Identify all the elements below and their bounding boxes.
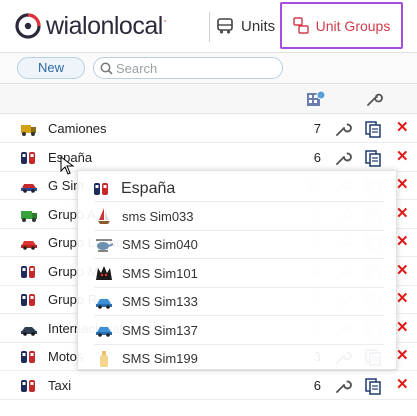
app-header: wialonlocal ˳ Units Unit Groups [0,0,417,52]
blue-car-icon [94,321,114,339]
popup-title: España [93,176,175,202]
popup-unit-item[interactable]: SMS Sim040 [94,229,384,259]
units-count[interactable]: 6 [314,150,321,165]
nav-units-label: Units [241,17,276,35]
delete-icon[interactable]: ✕ [396,289,409,307]
delete-icon[interactable]: ✕ [396,318,409,336]
logo[interactable]: wialonlocal ˳ [14,10,167,42]
delete-icon[interactable]: ✕ [396,118,409,136]
nav-units-tab[interactable]: Units [216,8,275,44]
table-row[interactable]: Camiones 7 ✕ [0,115,417,143]
unit-group-icon [94,183,108,195]
header-divider [209,12,210,42]
popup-unit-item[interactable]: sms Sim033 [94,201,384,230]
delete-icon[interactable]: ✕ [396,261,409,279]
popup-unit-item[interactable]: SMS Sim199 [94,343,384,373]
truck-icon [20,121,38,137]
bottle-icon [94,350,114,368]
delete-icon[interactable]: ✕ [396,204,409,222]
unit-group-icon [20,150,38,166]
popup-unit-item[interactable]: SMS Sim101 [94,258,384,287]
search-icon [100,62,113,75]
popup-unit-name: SMS Sim040 [122,237,198,252]
group-name[interactable]: Camiones [48,121,107,136]
green-truck-icon [20,207,38,223]
popup-unit-item[interactable]: SMS Sim137 [94,315,384,344]
unit-group-icon [20,378,38,394]
boat-icon [94,207,114,225]
popup-unit-name: SMS Sim133 [122,294,198,309]
units-bus-icon [217,18,233,34]
mouse-cursor-icon [60,156,75,175]
unit-groups-icon [292,16,309,34]
delete-icon[interactable]: ✕ [396,346,409,364]
delete-icon[interactable]: ✕ [396,375,409,393]
navy-car-icon [20,321,38,337]
popup-unit-name: SMS Sim137 [122,322,198,338]
unit-group-icon [20,264,38,280]
units-count-icon[interactable] [306,90,326,108]
wialon-logo-icon [15,13,41,39]
table-header [0,84,417,114]
wrench-icon[interactable] [334,377,352,400]
unit-group-icon [20,292,38,308]
table-row[interactable]: Taxi 6 ✕ [0,372,417,400]
popup-unit-name: SMS Sim101 [122,265,198,281]
popup-unit-item[interactable]: SMS Sim133 [94,286,384,316]
helicopter-icon [94,236,114,254]
logo-mark-sup: ˳ [163,12,167,22]
delete-icon[interactable]: ✕ [396,147,409,165]
units-count[interactable]: 7 [314,121,321,136]
search-input[interactable] [116,59,276,77]
delete-icon[interactable]: ✕ [396,175,409,193]
group-name[interactable]: Taxi [48,378,71,393]
search-box[interactable] [93,57,283,79]
popup-unit-name: SMS Sim199 [122,351,198,366]
red-car-icon [20,235,38,251]
toolbar: New [0,52,417,84]
group-units-popup: España sms Sim033 SMS Sim040 SMS Sim101 SMS… [77,170,397,370]
wrench-icon[interactable] [334,120,352,143]
units-count[interactable]: 6 [314,378,321,393]
car-icon [20,178,38,194]
popup-unit-name: sms Sim033 [122,208,194,224]
nav-unit-groups-label: Unit Groups [315,17,391,34]
new-button[interactable]: New [17,57,85,79]
unit-group-icon [20,349,38,365]
properties-icon[interactable] [364,149,382,172]
logo-text: wialonlocal [46,11,163,40]
nav-unit-groups-tab[interactable]: Unit Groups [280,2,403,49]
delete-icon[interactable]: ✕ [396,232,409,250]
properties-icon[interactable] [364,377,382,400]
blue-car-icon [94,293,114,311]
popup-title-text: España [121,180,176,197]
monster-icon [94,264,114,282]
wrench-icon[interactable] [334,149,352,172]
properties-icon[interactable] [364,120,382,143]
wrench-icon[interactable] [365,90,383,108]
